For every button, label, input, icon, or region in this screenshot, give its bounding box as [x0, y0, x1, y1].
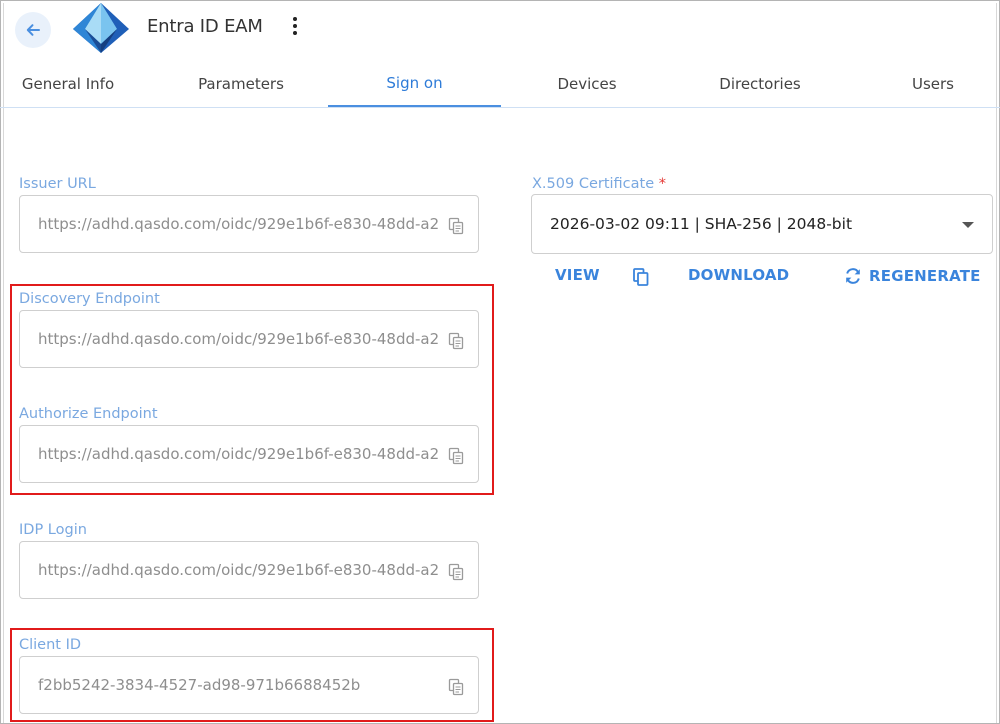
- issuer-url-field[interactable]: https://adhd.qasdo.com/oidc/929e1b6f-e83…: [19, 195, 479, 253]
- regenerate-button[interactable]: REGENERATE: [843, 266, 981, 286]
- more-vertical-icon[interactable]: [288, 16, 302, 38]
- regenerate-label: REGENERATE: [869, 267, 981, 285]
- certificate-label-text: X.509 Certificate: [532, 176, 655, 192]
- download-button[interactable]: DOWNLOAD: [688, 266, 789, 284]
- tab-users[interactable]: Users: [870, 60, 996, 107]
- copy-icon[interactable]: [448, 563, 464, 581]
- required-mark: *: [658, 176, 667, 192]
- certificate-select[interactable]: 2026-03-02 09:11 | SHA-256 | 2048-bit: [531, 194, 993, 254]
- issuer-url-label: Issuer URL: [19, 176, 96, 192]
- copy-certificate-icon[interactable]: [633, 268, 649, 286]
- tab-directories[interactable]: Directories: [676, 60, 844, 107]
- refresh-icon: [846, 268, 860, 284]
- back-button[interactable]: [15, 12, 51, 48]
- tab-sign-on[interactable]: Sign on: [328, 60, 501, 107]
- tab-bar: General Info Parameters Sign on Devices …: [0, 60, 1000, 108]
- entra-id-logo: [73, 3, 129, 53]
- certificate-selected-value: 2026-03-02 09:11 | SHA-256 | 2048-bit: [550, 215, 853, 233]
- certificate-label: X.509 Certificate *: [532, 176, 666, 192]
- tab-parameters[interactable]: Parameters: [160, 60, 322, 107]
- idp-login-value: https://adhd.qasdo.com/oidc/929e1b6f-e83…: [38, 561, 438, 579]
- tab-devices[interactable]: Devices: [505, 60, 669, 107]
- copy-icon[interactable]: [448, 217, 464, 235]
- arrow-left-icon: [26, 24, 40, 36]
- issuer-url-value: https://adhd.qasdo.com/oidc/929e1b6f-e83…: [38, 215, 438, 233]
- dropdown-arrow-icon: [962, 222, 974, 228]
- idp-login-label: IDP Login: [19, 522, 87, 538]
- highlight-box-client-id: [10, 628, 494, 722]
- highlight-box-endpoints: [10, 284, 494, 495]
- idp-login-field[interactable]: https://adhd.qasdo.com/oidc/929e1b6f-e83…: [19, 541, 479, 599]
- tab-general-info[interactable]: General Info: [0, 60, 136, 107]
- view-button[interactable]: VIEW: [555, 266, 600, 284]
- app-title: Entra ID EAM: [147, 16, 263, 37]
